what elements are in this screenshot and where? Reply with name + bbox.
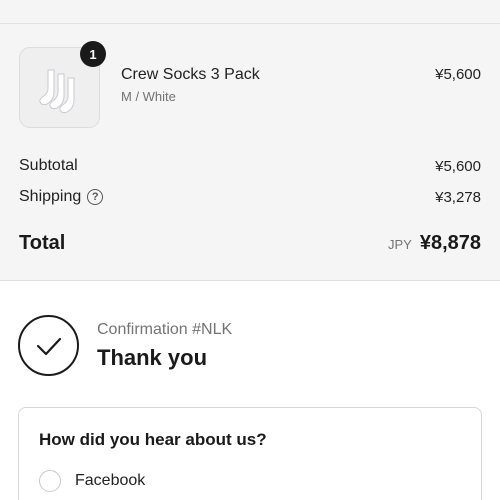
socks-icon xyxy=(38,69,74,113)
total-value: JPY ¥8,878 xyxy=(388,232,481,255)
help-icon[interactable]: ? xyxy=(87,189,104,205)
radio-button[interactable] xyxy=(39,470,61,492)
item-variant: M / White xyxy=(121,89,176,104)
option-label: Facebook xyxy=(75,472,146,489)
survey-title: How did you hear about us? xyxy=(39,430,267,449)
thank-you-heading: Thank you xyxy=(97,345,208,370)
item-name: Crew Socks 3 Pack xyxy=(121,66,260,83)
shipping-value: ¥3,278 xyxy=(435,189,481,206)
confirmation-number: Confirmation #NLK xyxy=(97,321,233,338)
subtotal-label: Subtotal xyxy=(19,157,78,174)
quantity-badge: 1 xyxy=(80,41,106,67)
item-price: ¥5,600 xyxy=(435,66,481,83)
shipping-label: Shipping ? xyxy=(19,188,104,206)
currency-code: JPY xyxy=(387,237,412,252)
total-label: Total xyxy=(19,232,66,254)
total-amount: ¥8,878 xyxy=(419,232,481,254)
confirmation-check xyxy=(18,315,79,376)
order-summary: 1 Crew Socks 3 Pack M / White ¥5,600 Sub… xyxy=(0,0,500,281)
subtotal-value: ¥5,600 xyxy=(435,158,481,175)
survey-card: How did you hear about us? Facebook xyxy=(18,407,482,500)
check-icon xyxy=(36,337,61,355)
divider xyxy=(0,23,500,24)
survey-option-facebook[interactable]: Facebook xyxy=(39,470,145,492)
